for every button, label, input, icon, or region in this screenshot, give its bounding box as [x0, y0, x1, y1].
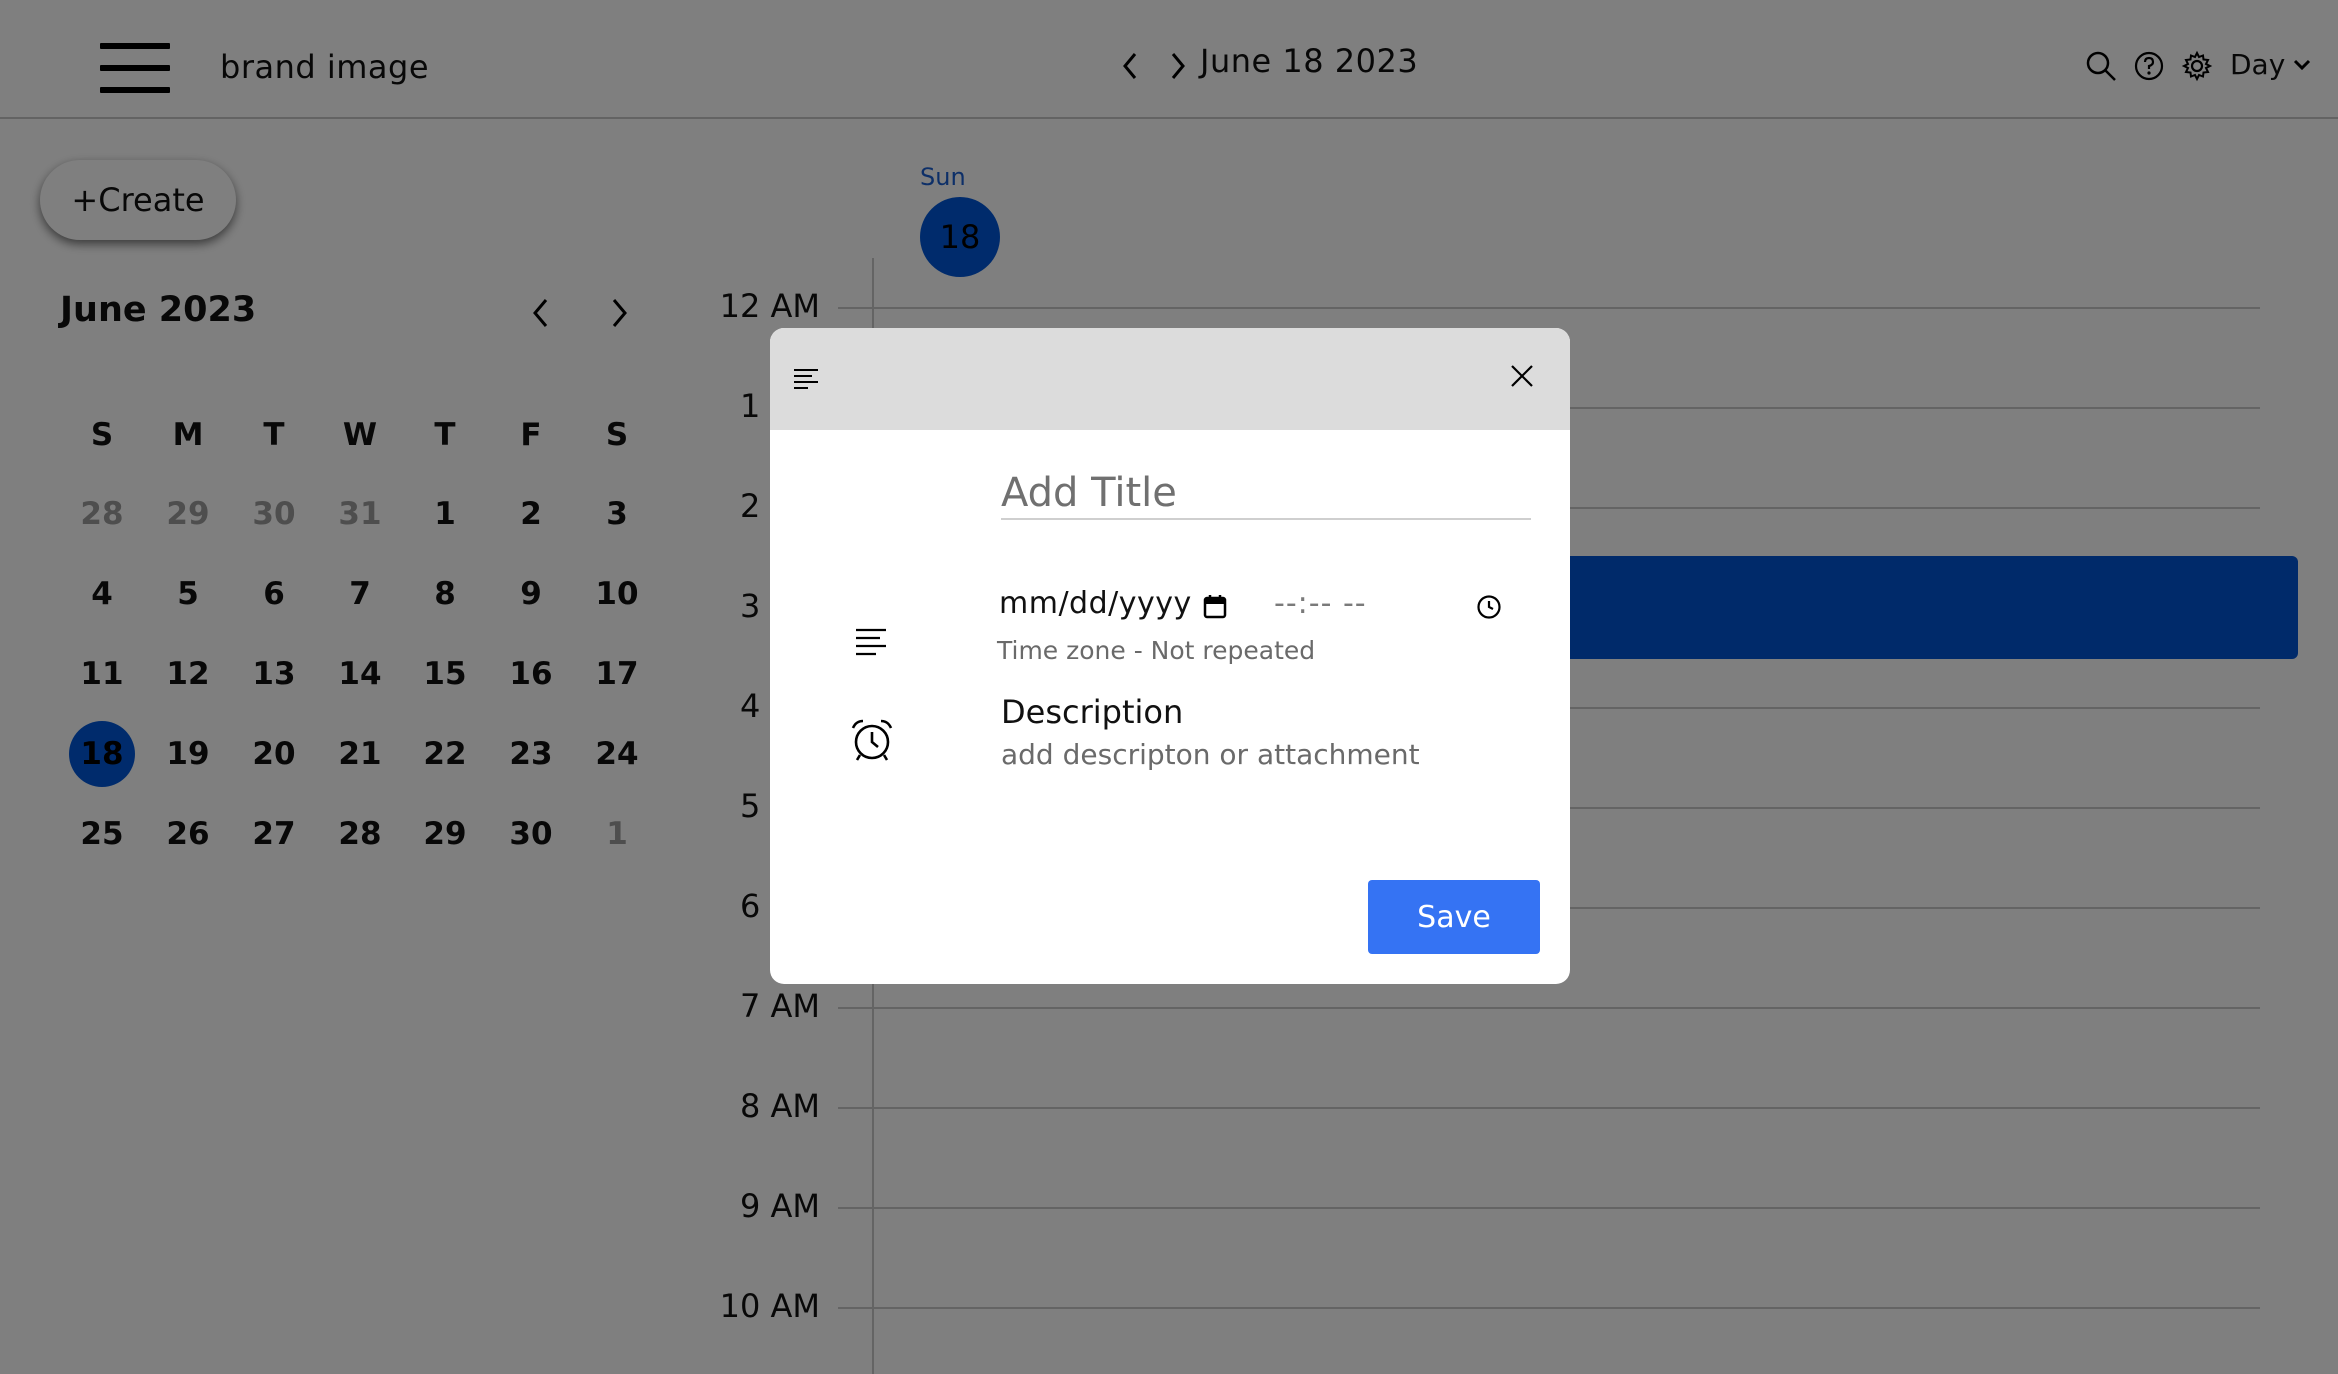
calendar-app: brand image June 18 2023 Day +Cre	[0, 0, 2338, 1374]
alarm-clock-icon	[851, 719, 893, 761]
dialog-header	[770, 328, 1570, 430]
description-input[interactable]	[1001, 738, 1501, 771]
title-input[interactable]	[1001, 468, 1531, 520]
time-input[interactable]: --:-- --	[1274, 586, 1367, 621]
timezone-note[interactable]: Time zone - Not repeated	[997, 636, 1315, 665]
close-icon[interactable]	[1508, 362, 1536, 390]
calendar-icon[interactable]	[1202, 593, 1228, 619]
drag-handle-icon[interactable]	[792, 366, 820, 394]
save-button[interactable]: Save	[1368, 880, 1540, 954]
date-input[interactable]: mm/dd/yyyy	[999, 586, 1192, 621]
text-lines-icon	[856, 628, 886, 656]
description-label: Description	[1001, 693, 1184, 731]
clock-icon[interactable]	[1476, 594, 1502, 620]
create-event-dialog: mm/dd/yyyy --:-- -- Time zone - Not repe…	[770, 328, 1570, 984]
